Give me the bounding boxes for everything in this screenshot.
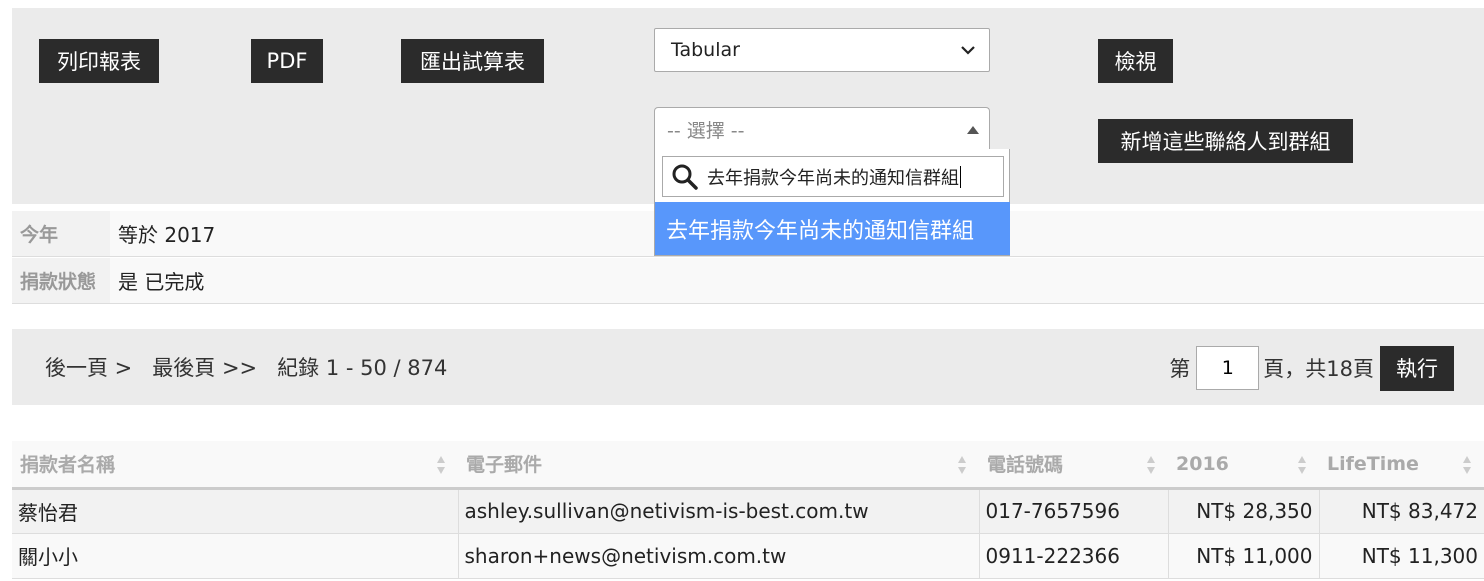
column-header-donor-name[interactable]: 捐款者名稱 (12, 441, 458, 490)
filter-label: 今年 (12, 211, 110, 256)
group-search-input[interactable]: 去年捐款今年尚未的通知信群組 (662, 156, 1004, 197)
print-report-button[interactable]: 列印報表 (39, 39, 159, 83)
page-total: 頁，共18頁 (1263, 357, 1374, 381)
group-option[interactable]: 去年捐款今年尚未的通知信群組 (655, 202, 1010, 255)
group-search-text: 去年捐款今年尚未的通知信群組 (707, 167, 959, 189)
caret-up-icon (967, 126, 979, 134)
filter-value: 是 已完成 (118, 270, 205, 294)
group-select-placeholder: -- 選擇 -- (667, 119, 745, 142)
record-count: 紀錄 1 - 50 / 874 (277, 356, 448, 380)
text-cursor (960, 165, 961, 188)
group-dropdown: 去年捐款今年尚未的通知信群組 去年捐款今年尚未的通知信群組 (654, 149, 1010, 256)
filter-value: 等於 2017 (118, 223, 216, 247)
donor-table: 捐款者名稱 電子郵件 電話號碼 2016 LifeTime 蔡怡君 ashley… (12, 441, 1484, 579)
filter-label: 捐款狀態 (12, 258, 110, 303)
table-row: 蔡怡君 ashley.sullivan@netivism-is-best.com… (12, 488, 1484, 534)
sort-icon (1147, 456, 1155, 474)
cell-donor-name[interactable]: 蔡怡君 (12, 488, 459, 534)
sort-icon (1463, 456, 1471, 474)
filter-row: 捐款狀態 是 已完成 (12, 258, 1484, 304)
cell-phone: 017-7657596 (979, 488, 1169, 534)
column-header-2016[interactable]: 2016 (1168, 441, 1319, 490)
column-header-lifetime[interactable]: LifeTime (1319, 441, 1484, 490)
cell-email: ashley.sullivan@netivism-is-best.com.tw (458, 488, 980, 534)
cell-donor-name[interactable]: 關小小 (12, 533, 459, 579)
go-button[interactable]: 執行 (1380, 345, 1454, 391)
table-header-row: 捐款者名稱 電子郵件 電話號碼 2016 LifeTime (12, 441, 1484, 490)
last-page-link[interactable]: 最後頁 >> (152, 352, 257, 382)
cell-2016: NT$ 11,000 (1168, 533, 1320, 579)
pdf-button[interactable]: PDF (251, 39, 323, 83)
export-spreadsheet-button[interactable]: 匯出試算表 (401, 39, 544, 83)
sort-icon (437, 456, 445, 474)
cell-2016: NT$ 28,350 (1168, 488, 1320, 534)
sort-icon (1298, 456, 1306, 474)
page-number-input[interactable] (1196, 346, 1260, 390)
group-select[interactable]: -- 選擇 -- (654, 107, 990, 150)
view-button[interactable]: 檢視 (1098, 39, 1173, 83)
cell-lifetime: NT$ 11,300 (1319, 533, 1484, 579)
cell-lifetime: NT$ 83,472 (1319, 488, 1484, 534)
cell-email: sharon+news@netivism.com.tw (458, 533, 980, 579)
pager: 後一頁 > 最後頁 >> 紀錄 1 - 50 / 874 第 頁，共18頁 執行 (12, 329, 1484, 405)
column-header-email[interactable]: 電子郵件 (458, 441, 979, 490)
cell-phone: 0911-222366 (979, 533, 1169, 579)
page-jump: 第 頁，共18頁 執行 (1169, 345, 1484, 391)
column-header-phone[interactable]: 電話號碼 (979, 441, 1168, 490)
chevron-down-icon (961, 46, 975, 55)
sort-icon (958, 456, 966, 474)
format-select[interactable]: Tabular (654, 28, 990, 72)
next-page-link[interactable]: 後一頁 > (45, 352, 132, 382)
format-select-value: Tabular (671, 39, 740, 61)
page-prefix: 第 (1169, 357, 1191, 381)
search-icon (672, 164, 698, 190)
table-row: 關小小 sharon+news@netivism.com.tw 0911-222… (12, 533, 1484, 579)
add-to-group-button[interactable]: 新增這些聯絡人到群組 (1098, 119, 1353, 163)
